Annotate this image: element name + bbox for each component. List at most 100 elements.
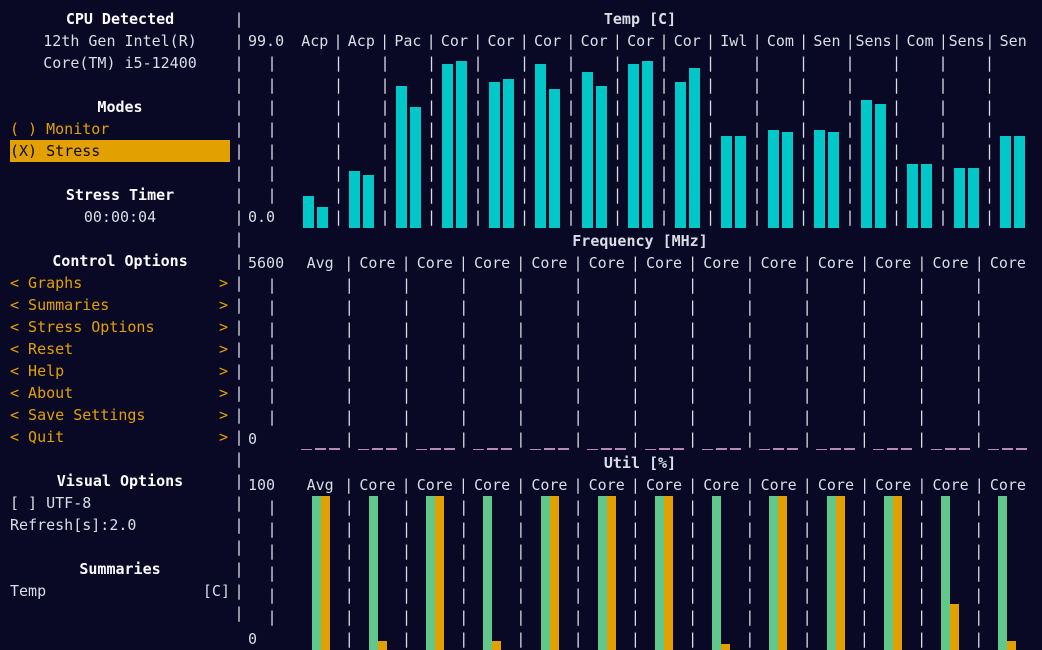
- column-separator: ||||||||: [893, 52, 901, 228]
- temp-chart: Temp [C]99.0Acp|Acp|Pac|Cor|Cor|Cor|Cor|…: [248, 8, 1032, 228]
- y-max-label: 100: [248, 474, 296, 496]
- bar: [549, 89, 560, 228]
- column-label: Cor: [487, 30, 514, 52]
- column-label: Sen: [1000, 30, 1027, 52]
- control-label: < About: [10, 382, 73, 404]
- bar: [844, 448, 855, 450]
- bar: [941, 496, 950, 650]
- column-label: Core: [359, 252, 395, 274]
- bar: [596, 86, 607, 228]
- bar: [721, 136, 732, 228]
- divider-pipe: |: [234, 250, 243, 272]
- stress-timer-value: 00:00:04: [10, 206, 230, 228]
- column-label: Core: [703, 474, 739, 496]
- bar: [430, 448, 441, 450]
- y-max-label: 5600: [248, 252, 296, 274]
- control-label: < Stress Options: [10, 316, 155, 338]
- control-graphs[interactable]: < Graphs >: [10, 272, 230, 294]
- bars-column: [436, 52, 475, 228]
- column-label: Core: [474, 252, 510, 274]
- bars-column: [468, 496, 517, 650]
- column-separator: |: [516, 252, 525, 274]
- column-separator: ||||||||: [567, 52, 575, 228]
- bars-column: [926, 274, 975, 450]
- divider-pipe: |: [234, 96, 243, 118]
- bars-column: [296, 52, 335, 228]
- column-label: Core: [990, 474, 1026, 496]
- column-label: Acp: [301, 30, 328, 52]
- column-separator: ||||||||: [460, 274, 468, 450]
- bar: [901, 448, 912, 450]
- bar: [1000, 136, 1011, 228]
- bars-column: [410, 496, 459, 650]
- column-label: Core: [761, 474, 797, 496]
- bars-column: [343, 52, 382, 228]
- column-label: Avg: [307, 474, 334, 496]
- bar: [489, 82, 500, 228]
- column-label: Cor: [581, 30, 608, 52]
- bar: [628, 64, 639, 228]
- bars-column: [353, 496, 402, 650]
- control-summaries[interactable]: < Summaries >: [10, 294, 230, 316]
- bar: [503, 79, 514, 228]
- control-quit[interactable]: < Quit >: [10, 426, 230, 448]
- control-save-settings[interactable]: < Save Settings >: [10, 404, 230, 426]
- bar: [372, 448, 383, 450]
- bar: [675, 82, 686, 228]
- column-separator: |||||||: [975, 496, 983, 650]
- bar: [702, 449, 713, 450]
- chart-header-row: 100Avg|Core|Core|Core|Core|Core|Core|Cor…: [248, 474, 1032, 496]
- column-separator: |: [473, 30, 482, 52]
- sidebar: CPU Detected 12th Gen Intel(R) Core(TM) …: [10, 8, 230, 634]
- summary-label: Temp: [10, 580, 46, 602]
- column-label: Pac: [394, 30, 421, 52]
- divider-pipe: |: [234, 492, 243, 514]
- refresh-value[interactable]: Refresh[s]:2.0: [10, 514, 230, 536]
- column-label: Core: [531, 474, 567, 496]
- control-reset[interactable]: < Reset >: [10, 338, 230, 360]
- chevron-right-icon: >: [219, 404, 228, 426]
- chart-title: Frequency [MHz]: [248, 230, 1032, 252]
- column-label: Core: [818, 252, 854, 274]
- column-separator: |||||||: [517, 496, 525, 650]
- bar: [544, 448, 555, 450]
- bar: [787, 448, 798, 450]
- bar: [875, 104, 886, 228]
- control-label: < Quit: [10, 426, 64, 448]
- control-help[interactable]: < Help >: [10, 360, 230, 382]
- column-separator: ||||||||: [975, 274, 983, 450]
- divider-pipe: |: [234, 426, 243, 448]
- control-about[interactable]: < About >: [10, 382, 230, 404]
- column-separator: |||||||: [402, 496, 410, 650]
- column-separator: |: [846, 30, 855, 52]
- bars-column: [697, 496, 746, 650]
- divider-pipe: |: [234, 536, 243, 558]
- column-separator: ||||||||: [614, 52, 622, 228]
- chevron-right-icon: >: [219, 316, 228, 338]
- mode-monitor-radio[interactable]: ( ) Monitor: [10, 118, 230, 140]
- bar: [778, 496, 787, 650]
- control-stress-options[interactable]: < Stress Options >: [10, 316, 230, 338]
- bar: [712, 496, 721, 650]
- column-separator: |: [917, 252, 926, 274]
- divider-pipe: |: [234, 316, 243, 338]
- column-separator: |||||||: [860, 496, 868, 650]
- column-separator: |: [745, 474, 754, 496]
- bar: [721, 644, 730, 650]
- bars-column: [389, 52, 428, 228]
- column-separator: |: [427, 30, 436, 52]
- bar: [558, 448, 569, 450]
- column-label: Core: [761, 252, 797, 274]
- bar: [456, 61, 467, 228]
- column-label: Sen: [813, 30, 840, 52]
- control-label: < Reset: [10, 338, 73, 360]
- column-label: Core: [875, 474, 911, 496]
- utf8-checkbox[interactable]: [ ] UTF-8: [10, 492, 230, 514]
- divider-pipe: |: [234, 382, 243, 404]
- bar: [988, 449, 999, 450]
- mode-stress-radio[interactable]: (X) Stress: [10, 140, 230, 162]
- bar: [358, 449, 369, 450]
- column-label: Core: [933, 474, 969, 496]
- chevron-right-icon: >: [219, 338, 228, 360]
- charts-area: Temp [C]99.0Acp|Acp|Pac|Cor|Cor|Cor|Cor|…: [248, 8, 1032, 634]
